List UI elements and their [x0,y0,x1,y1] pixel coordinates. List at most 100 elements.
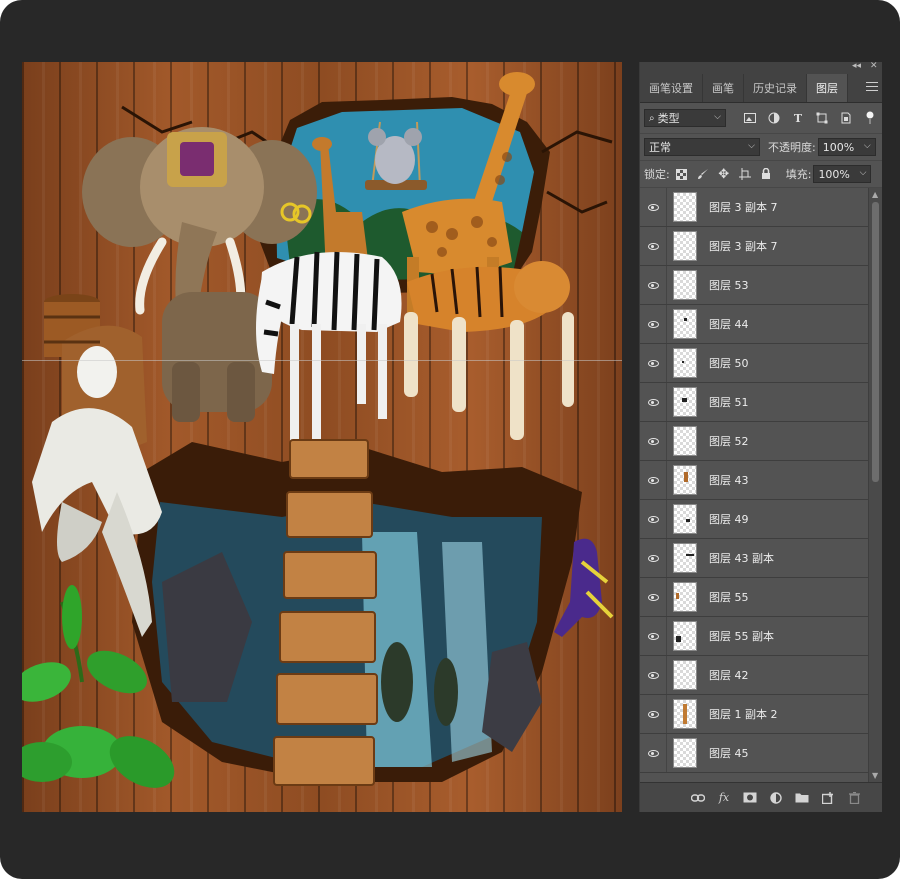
visibility-toggle[interactable] [640,578,667,616]
lock-label: 锁定: [644,168,670,181]
new-layer-icon[interactable] [820,790,836,806]
opacity-input[interactable]: 100% ⌵ [817,138,876,156]
layer-name: 图层 45 [709,747,749,760]
tab-history[interactable]: 历史记录 [744,74,807,102]
layer-thumbnail [673,387,697,417]
smart-object-icon[interactable] [838,110,854,126]
layer-name: 图层 43 副本 [709,552,774,565]
document-canvas[interactable] [22,62,622,812]
trash-icon[interactable] [846,790,862,806]
layer-name: 图层 52 [709,435,749,448]
shape-icon[interactable] [814,110,830,126]
blend-mode-select[interactable]: 正常 ⌵ [644,138,760,156]
guide-line[interactable] [22,360,622,361]
eye-icon [647,281,659,289]
eye-icon [647,632,659,640]
artboard-icon[interactable] [737,166,753,182]
layer-thumbnail [673,426,697,456]
lock-fill-row: 锁定: ✥ 填充: 100% ⌵ [640,161,882,188]
scroll-up-icon[interactable]: ▲ [872,190,878,199]
type-icon[interactable]: T [790,110,806,126]
tab-label: 图层 [816,82,838,95]
fill-input[interactable]: 100% ⌵ [813,165,872,183]
layer-name: 图层 49 [709,513,749,526]
layer-thumbnail [673,582,697,612]
lock-transparent-icon[interactable] [674,166,690,182]
chevron-down-icon: ⌵ [714,112,721,122]
tab-brush-settings[interactable]: 画笔设置 [640,74,703,102]
floating-island [381,642,413,722]
link-icon[interactable] [690,790,706,806]
panel-menu-icon[interactable] [866,82,878,92]
blend-opacity-row: 正常 ⌵ 不透明度: 100% ⌵ [640,134,882,161]
visibility-toggle[interactable] [640,656,667,694]
blend-mode-value: 正常 [649,141,671,154]
layer-row[interactable]: 图层 55 [640,578,868,617]
layer-row[interactable]: 图层 49 [640,500,868,539]
zebra [256,251,402,444]
collapse-panel-icon[interactable]: ◂◂ [852,61,861,71]
scrollbar-thumb[interactable] [872,202,879,482]
layer-thumbnail [673,309,697,339]
layer-row[interactable]: 图层 52 [640,422,868,461]
close-panel-icon[interactable]: ✕ [870,61,878,71]
image-icon[interactable] [742,110,758,126]
eye-icon [647,710,659,718]
layer-row[interactable]: 图层 44 [640,305,868,344]
scroll-down-icon[interactable]: ▼ [872,771,878,780]
layer-row[interactable]: 图层 42 [640,656,868,695]
layer-row[interactable]: 图层 3 副本 7 [640,227,868,266]
panel-title-bar: ◂◂ ✕ [640,61,882,74]
layer-name: 图层 1 副本 2 [709,708,778,721]
tab-brushes[interactable]: 画笔 [703,74,744,102]
filter-type-select[interactable]: ⌕ 类型 ⌵ [644,109,726,127]
visibility-toggle[interactable] [640,422,667,460]
visibility-toggle[interactable] [640,617,667,655]
layer-row[interactable]: 图层 55 副本 [640,617,868,656]
layer-row[interactable]: 图层 50 [640,344,868,383]
visibility-toggle[interactable] [640,461,667,499]
tab-label: 画笔设置 [649,82,693,95]
visibility-toggle[interactable] [640,266,667,304]
visibility-toggle[interactable] [640,305,667,343]
lock-icon[interactable] [758,166,774,182]
visibility-toggle[interactable] [640,188,667,226]
layers-list: 图层 3 副本 7 图层 3 副本 7 图层 53 图层 44 图层 50 图层… [640,188,868,782]
layer-row[interactable]: 图层 45 [640,734,868,773]
fill-value: 100% [818,167,850,181]
folder-icon[interactable] [794,790,810,806]
fx-icon[interactable]: fx [716,790,732,806]
visibility-toggle[interactable] [640,734,667,772]
layer-row[interactable]: 图层 43 副本 [640,539,868,578]
layer-row[interactable]: 图层 43 [640,461,868,500]
tab-layers[interactable]: 图层 [807,74,848,102]
move-icon[interactable]: ✥ [716,166,732,182]
layer-row[interactable]: 图层 51 [640,383,868,422]
visibility-toggle[interactable] [640,500,667,538]
opacity-label: 不透明度: [768,141,816,154]
layer-name: 图层 51 [709,396,749,409]
layer-name: 图层 43 [709,474,749,487]
adjustment-layer-icon[interactable] [768,790,784,806]
layers-toolbar: fx [640,782,882,812]
eye-icon [647,203,659,211]
floating-island [434,658,458,726]
layer-row[interactable]: 图层 1 副本 2 [640,695,868,734]
layer-name: 图层 55 [709,591,749,604]
visibility-toggle[interactable] [640,227,667,265]
layers-scrollbar[interactable]: ▲ ▼ [868,188,882,782]
visibility-toggle[interactable] [640,695,667,733]
visibility-toggle[interactable] [640,383,667,421]
layer-row[interactable]: 图层 53 [640,266,868,305]
filter-toggle-icon[interactable] [862,110,878,126]
chevron-down-icon: ⌵ [863,141,871,151]
visibility-toggle[interactable] [640,344,667,382]
eye-icon [647,554,659,562]
brush-icon[interactable] [695,166,711,182]
layer-filter-row: ⌕ 类型 ⌵ T [640,103,882,134]
adjustment-icon[interactable] [766,110,782,126]
mask-icon[interactable] [742,790,758,806]
layer-row[interactable]: 图层 3 副本 7 [640,188,868,227]
eye-icon [647,242,659,250]
visibility-toggle[interactable] [640,539,667,577]
